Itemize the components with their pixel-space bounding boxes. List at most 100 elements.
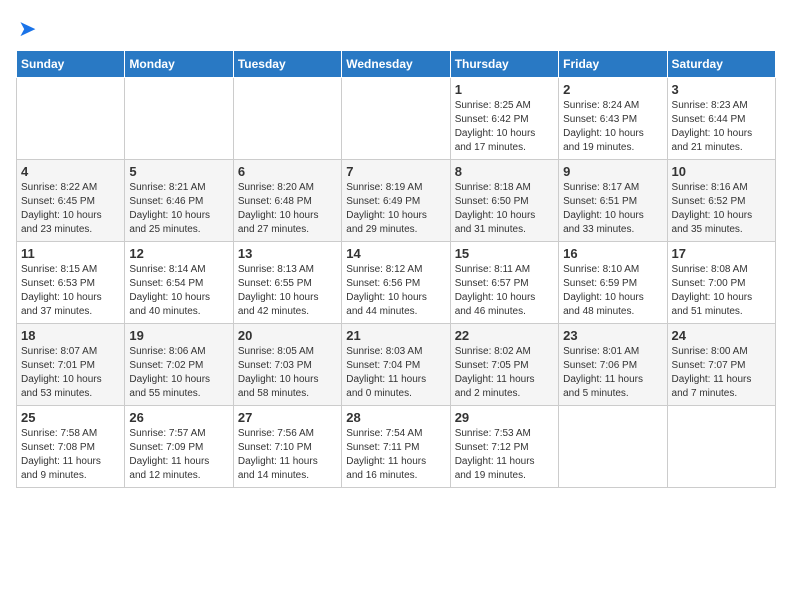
day-number: 6 (238, 164, 337, 179)
day-number: 19 (129, 328, 228, 343)
calendar-week-row: 18 Sunrise: 8:07 AM Sunset: 7:01 PM Dayli… (17, 324, 776, 406)
day-number: 7 (346, 164, 445, 179)
day-info: Sunrise: 8:21 AM Sunset: 6:46 PM Dayligh… (129, 181, 228, 237)
day-number: 22 (455, 328, 554, 343)
day-number: 4 (21, 164, 120, 179)
day-number: 14 (346, 246, 445, 261)
calendar-day-empty (125, 78, 233, 160)
calendar-day-21: 21Sunrise: 8:03 AM Sunset: 7:04 PM Dayli… (342, 324, 450, 406)
day-info: Sunrise: 8:22 AM Sunset: 6:45 PM Dayligh… (21, 181, 120, 237)
day-info: Sunrise: 7:54 AM Sunset: 7:11 PM Dayligh… (346, 427, 445, 483)
day-info: Sunrise: 8:19 AM Sunset: 6:49 PM Dayligh… (346, 181, 445, 237)
day-info: Sunrise: 8:20 AM Sunset: 6:48 PM Dayligh… (238, 181, 337, 237)
calendar-day-27: 27Sunrise: 7:56 AM Sunset: 7:10 PM Dayli… (233, 406, 341, 488)
calendar-day-18: 18 Sunrise: 8:07 AM Sunset: 7:01 PM Dayli… (17, 324, 125, 406)
day-info: Sunrise: 8:07 AM Sunset: 7:01 PM Dayligh… (21, 345, 120, 401)
calendar-day-20: 20 Sunrise: 8:05 AM Sunset: 7:03 PM Dayli… (233, 324, 341, 406)
calendar-table: SundayMondayTuesdayWednesdayThursdayFrid… (16, 50, 776, 488)
day-number: 13 (238, 246, 337, 261)
day-info: Sunrise: 7:57 AM Sunset: 7:09 PM Dayligh… (129, 427, 228, 483)
calendar-day-5: 5 Sunrise: 8:21 AM Sunset: 6:46 PM Daylig… (125, 160, 233, 242)
day-number: 18 (21, 328, 120, 343)
logo-bird-icon: ➤ (18, 16, 36, 42)
calendar-day-13: 13 Sunrise: 8:13 AM Sunset: 6:55 PM Dayli… (233, 242, 341, 324)
calendar-day-12: 12Sunrise: 8:14 AM Sunset: 6:54 PM Dayli… (125, 242, 233, 324)
day-info: Sunrise: 8:25 AM Sunset: 6:42 PM Dayligh… (455, 99, 554, 155)
calendar-week-row: 4 Sunrise: 8:22 AM Sunset: 6:45 PM Daylig… (17, 160, 776, 242)
day-info: Sunrise: 8:08 AM Sunset: 7:00 PM Dayligh… (672, 263, 771, 319)
header-saturday: Saturday (667, 51, 775, 78)
calendar-day-16: 16Sunrise: 8:10 AM Sunset: 6:59 PM Dayli… (559, 242, 667, 324)
day-info: Sunrise: 7:53 AM Sunset: 7:12 PM Dayligh… (455, 427, 554, 483)
day-info: Sunrise: 8:01 AM Sunset: 7:06 PM Dayligh… (563, 345, 662, 401)
day-number: 20 (238, 328, 337, 343)
page-header: ➤ (16, 16, 776, 42)
day-number: 26 (129, 410, 228, 425)
calendar-day-22: 22 Sunrise: 8:02 AM Sunset: 7:05 PM Dayli… (450, 324, 558, 406)
day-info: Sunrise: 8:05 AM Sunset: 7:03 PM Dayligh… (238, 345, 337, 401)
calendar-week-row: 1Sunrise: 8:25 AM Sunset: 6:42 PM Daylig… (17, 78, 776, 160)
day-info: Sunrise: 8:06 AM Sunset: 7:02 PM Dayligh… (129, 345, 228, 401)
day-info: Sunrise: 8:02 AM Sunset: 7:05 PM Dayligh… (455, 345, 554, 401)
calendar-day-4: 4 Sunrise: 8:22 AM Sunset: 6:45 PM Daylig… (17, 160, 125, 242)
calendar-day-2: 2Sunrise: 8:24 AM Sunset: 6:43 PM Daylig… (559, 78, 667, 160)
day-number: 5 (129, 164, 228, 179)
calendar-day-empty (342, 78, 450, 160)
day-info: Sunrise: 7:58 AM Sunset: 7:08 PM Dayligh… (21, 427, 120, 483)
header-sunday: Sunday (17, 51, 125, 78)
calendar-day-11: 11 Sunrise: 8:15 AM Sunset: 6:53 PM Dayli… (17, 242, 125, 324)
day-number: 9 (563, 164, 662, 179)
day-number: 29 (455, 410, 554, 425)
day-info: Sunrise: 8:15 AM Sunset: 6:53 PM Dayligh… (21, 263, 120, 319)
day-info: Sunrise: 8:17 AM Sunset: 6:51 PM Dayligh… (563, 181, 662, 237)
day-info: Sunrise: 8:23 AM Sunset: 6:44 PM Dayligh… (672, 99, 771, 155)
calendar-day-empty (233, 78, 341, 160)
calendar-day-7: 7 Sunrise: 8:19 AM Sunset: 6:49 PM Daylig… (342, 160, 450, 242)
calendar-day-29: 29 Sunrise: 7:53 AM Sunset: 7:12 PM Dayli… (450, 406, 558, 488)
calendar-day-8: 8Sunrise: 8:18 AM Sunset: 6:50 PM Daylig… (450, 160, 558, 242)
header-friday: Friday (559, 51, 667, 78)
calendar-week-row: 11 Sunrise: 8:15 AM Sunset: 6:53 PM Dayli… (17, 242, 776, 324)
day-number: 21 (346, 328, 445, 343)
calendar-day-17: 17 Sunrise: 8:08 AM Sunset: 7:00 PM Dayli… (667, 242, 775, 324)
header-monday: Monday (125, 51, 233, 78)
calendar-day-9: 9 Sunrise: 8:17 AM Sunset: 6:51 PM Daylig… (559, 160, 667, 242)
day-number: 2 (563, 82, 662, 97)
day-number: 11 (21, 246, 120, 261)
calendar-header-row: SundayMondayTuesdayWednesdayThursdayFrid… (17, 51, 776, 78)
calendar-day-25: 25 Sunrise: 7:58 AM Sunset: 7:08 PM Dayli… (17, 406, 125, 488)
calendar-day-28: 28 Sunrise: 7:54 AM Sunset: 7:11 PM Dayli… (342, 406, 450, 488)
day-info: Sunrise: 7:56 AM Sunset: 7:10 PM Dayligh… (238, 427, 337, 483)
calendar-day-19: 19 Sunrise: 8:06 AM Sunset: 7:02 PM Dayli… (125, 324, 233, 406)
day-info: Sunrise: 8:11 AM Sunset: 6:57 PM Dayligh… (455, 263, 554, 319)
calendar-day-6: 6 Sunrise: 8:20 AM Sunset: 6:48 PM Daylig… (233, 160, 341, 242)
day-info: Sunrise: 8:13 AM Sunset: 6:55 PM Dayligh… (238, 263, 337, 319)
calendar-week-row: 25 Sunrise: 7:58 AM Sunset: 7:08 PM Dayli… (17, 406, 776, 488)
day-number: 10 (672, 164, 771, 179)
calendar-day-23: 23 Sunrise: 8:01 AM Sunset: 7:06 PM Dayli… (559, 324, 667, 406)
day-number: 17 (672, 246, 771, 261)
day-number: 25 (21, 410, 120, 425)
calendar-day-15: 15 Sunrise: 8:11 AM Sunset: 6:57 PM Dayli… (450, 242, 558, 324)
header-wednesday: Wednesday (342, 51, 450, 78)
day-number: 24 (672, 328, 771, 343)
day-info: Sunrise: 8:16 AM Sunset: 6:52 PM Dayligh… (672, 181, 771, 237)
calendar-day-10: 10 Sunrise: 8:16 AM Sunset: 6:52 PM Dayli… (667, 160, 775, 242)
day-number: 8 (455, 164, 554, 179)
day-number: 15 (455, 246, 554, 261)
calendar-day-empty (667, 406, 775, 488)
calendar-day-26: 26 Sunrise: 7:57 AM Sunset: 7:09 PM Dayli… (125, 406, 233, 488)
day-info: Sunrise: 8:14 AM Sunset: 6:54 PM Dayligh… (129, 263, 228, 319)
day-number: 16 (563, 246, 662, 261)
calendar-day-24: 24 Sunrise: 8:00 AM Sunset: 7:07 PM Dayli… (667, 324, 775, 406)
logo: ➤ (16, 16, 36, 42)
calendar-day-empty (17, 78, 125, 160)
calendar-day-empty (559, 406, 667, 488)
day-number: 23 (563, 328, 662, 343)
calendar-day-14: 14Sunrise: 8:12 AM Sunset: 6:56 PM Dayli… (342, 242, 450, 324)
day-number: 28 (346, 410, 445, 425)
calendar-day-3: 3 Sunrise: 8:23 AM Sunset: 6:44 PM Daylig… (667, 78, 775, 160)
day-number: 3 (672, 82, 771, 97)
calendar-day-1: 1Sunrise: 8:25 AM Sunset: 6:42 PM Daylig… (450, 78, 558, 160)
day-info: Sunrise: 8:00 AM Sunset: 7:07 PM Dayligh… (672, 345, 771, 401)
